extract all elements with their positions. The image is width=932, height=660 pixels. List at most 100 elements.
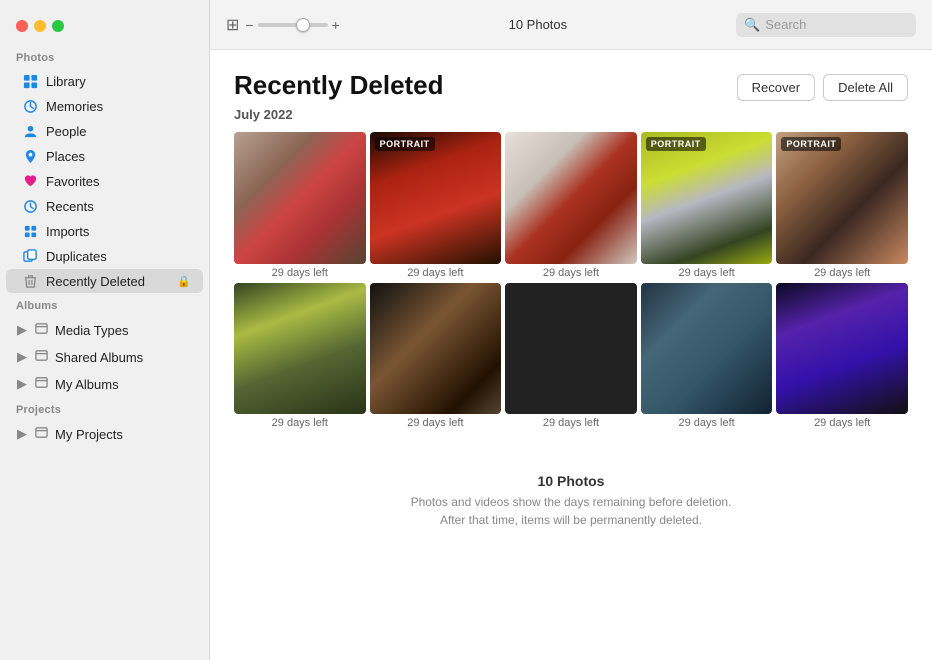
delete-all-button[interactable]: Delete All xyxy=(823,74,908,101)
search-input[interactable] xyxy=(765,17,908,32)
list-item[interactable]: 29 days left xyxy=(776,283,908,430)
toolbar-left: ⊞ − + xyxy=(226,15,340,35)
sidebar-item-library-label: Library xyxy=(46,74,191,89)
list-item[interactable]: 29 days left xyxy=(234,132,366,279)
days-remaining: 29 days left xyxy=(505,267,637,279)
footer-desc-line2: After that time, items will be permanent… xyxy=(440,513,702,527)
sidebar-item-people[interactable]: People xyxy=(6,119,203,143)
search-icon: 🔍 xyxy=(744,17,760,33)
footer-description: Photos and videos show the days remainin… xyxy=(234,493,908,529)
days-remaining: 29 days left xyxy=(776,267,908,279)
days-remaining: 29 days left xyxy=(776,417,908,429)
sidebar-item-places-label: Places xyxy=(46,149,191,164)
minimize-button[interactable] xyxy=(34,20,46,32)
imports-icon xyxy=(22,223,38,239)
toolbar-right: 🔍 xyxy=(736,13,916,37)
sidebar-item-recently-deleted-label: Recently Deleted xyxy=(46,274,169,289)
toolbar-center: 10 Photos xyxy=(348,17,728,32)
sidebar-item-favorites[interactable]: Favorites xyxy=(6,169,203,193)
heart-icon xyxy=(22,173,38,189)
projects-section-label: Projects xyxy=(0,398,209,420)
sidebar-item-imports[interactable]: Imports xyxy=(6,219,203,243)
chevron-right-icon: ▶ xyxy=(16,324,28,336)
photo-thumbnail xyxy=(505,132,637,264)
sidebar-item-recents[interactable]: Recents xyxy=(6,194,203,218)
photo-thumbnail xyxy=(234,283,366,415)
portrait-badge: PORTRAIT xyxy=(375,137,435,151)
list-item[interactable]: 29 days left xyxy=(641,283,773,430)
recover-button[interactable]: Recover xyxy=(737,74,815,101)
sidebar-item-recents-label: Recents xyxy=(46,199,191,214)
photo-thumbnail xyxy=(776,132,908,264)
sidebar-item-memories[interactable]: Memories xyxy=(6,94,203,118)
sidebar-item-favorites-label: Favorites xyxy=(46,174,191,189)
memories-icon xyxy=(22,98,38,114)
page-header: Recently Deleted Recover Delete All xyxy=(234,70,908,101)
list-item[interactable]: 29 days left xyxy=(234,283,366,430)
days-remaining: 29 days left xyxy=(370,417,502,429)
clock-icon xyxy=(22,198,38,214)
footer-desc-line1: Photos and videos show the days remainin… xyxy=(411,495,732,509)
albums-section-label: Albums xyxy=(0,294,209,316)
list-item[interactable]: 29 days left xyxy=(505,132,637,279)
zoom-slider[interactable] xyxy=(258,23,328,27)
sidebar-item-library[interactable]: Library xyxy=(6,69,203,93)
sidebar-item-duplicates[interactable]: Duplicates xyxy=(6,244,203,268)
shared-album-icon xyxy=(34,348,49,366)
footer: 10 Photos Photos and videos show the day… xyxy=(234,453,908,539)
grid-icon xyxy=(22,73,38,89)
content-area: Recently Deleted Recover Delete All July… xyxy=(210,50,932,660)
slider-thumb xyxy=(296,18,310,32)
main-content: ⊞ − + 10 Photos 🔍 Recently Deleted Recov… xyxy=(210,0,932,660)
search-box[interactable]: 🔍 xyxy=(736,13,916,37)
zoom-plus[interactable]: + xyxy=(332,18,340,32)
photo-thumbnail xyxy=(234,132,366,264)
days-remaining: 29 days left xyxy=(234,417,366,429)
list-item[interactable]: PORTRAIT 29 days left xyxy=(370,132,502,279)
portrait-badge: PORTRAIT xyxy=(646,137,706,151)
lock-icon: 🔒 xyxy=(177,275,191,288)
photo-thumbnail xyxy=(505,283,637,415)
sidebar-item-places[interactable]: Places xyxy=(6,144,203,168)
list-item[interactable]: 29 days left xyxy=(505,283,637,430)
days-remaining: 29 days left xyxy=(234,267,366,279)
window-controls xyxy=(0,10,209,46)
sidebar-item-my-projects[interactable]: ▶ My Projects xyxy=(6,421,203,447)
photo-grid: 29 days left PORTRAIT 29 days left 29 da… xyxy=(234,132,908,429)
chevron-right-icon-4: ▶ xyxy=(16,428,28,440)
sidebar-item-imports-label: Imports xyxy=(46,224,191,239)
sidebar: Photos Library Memories xyxy=(0,0,210,660)
zoom-minus[interactable]: − xyxy=(245,18,253,32)
duplicates-icon xyxy=(22,248,38,264)
sidebar-item-recently-deleted[interactable]: Recently Deleted 🔒 xyxy=(6,269,203,293)
projects-icon xyxy=(34,425,49,443)
places-icon xyxy=(22,148,38,164)
photo-thumbnail xyxy=(370,283,502,415)
sidebar-item-duplicates-label: Duplicates xyxy=(46,249,191,264)
close-button[interactable] xyxy=(16,20,28,32)
photo-thumbnail xyxy=(776,283,908,415)
chevron-right-icon-3: ▶ xyxy=(16,378,28,390)
sidebar-item-media-types-label: Media Types xyxy=(55,323,128,338)
sidebar-item-media-types[interactable]: ▶ Media Types xyxy=(6,317,203,343)
album-icon xyxy=(34,321,49,339)
page-title: Recently Deleted xyxy=(234,70,444,101)
list-item[interactable]: PORTRAIT 29 days left xyxy=(776,132,908,279)
header-actions: Recover Delete All xyxy=(737,74,908,101)
photos-section-label: Photos xyxy=(0,46,209,68)
fullscreen-button[interactable] xyxy=(52,20,64,32)
list-item[interactable]: 29 days left xyxy=(370,283,502,430)
days-remaining: 29 days left xyxy=(641,417,773,429)
photo-thumbnail xyxy=(370,132,502,264)
my-album-icon xyxy=(34,375,49,393)
people-icon xyxy=(22,123,38,139)
sidebar-item-people-label: People xyxy=(46,124,191,139)
list-item[interactable]: PORTRAIT 29 days left xyxy=(641,132,773,279)
toolbar: ⊞ − + 10 Photos 🔍 xyxy=(210,0,932,50)
zoom-slider-container: − + xyxy=(245,18,339,32)
sidebar-item-shared-albums[interactable]: ▶ Shared Albums xyxy=(6,344,203,370)
sidebar-item-my-projects-label: My Projects xyxy=(55,427,123,442)
chevron-right-icon-2: ▶ xyxy=(16,351,28,363)
sidebar-item-my-albums[interactable]: ▶ My Albums xyxy=(6,371,203,397)
photo-count-label: 10 Photos xyxy=(509,17,568,32)
